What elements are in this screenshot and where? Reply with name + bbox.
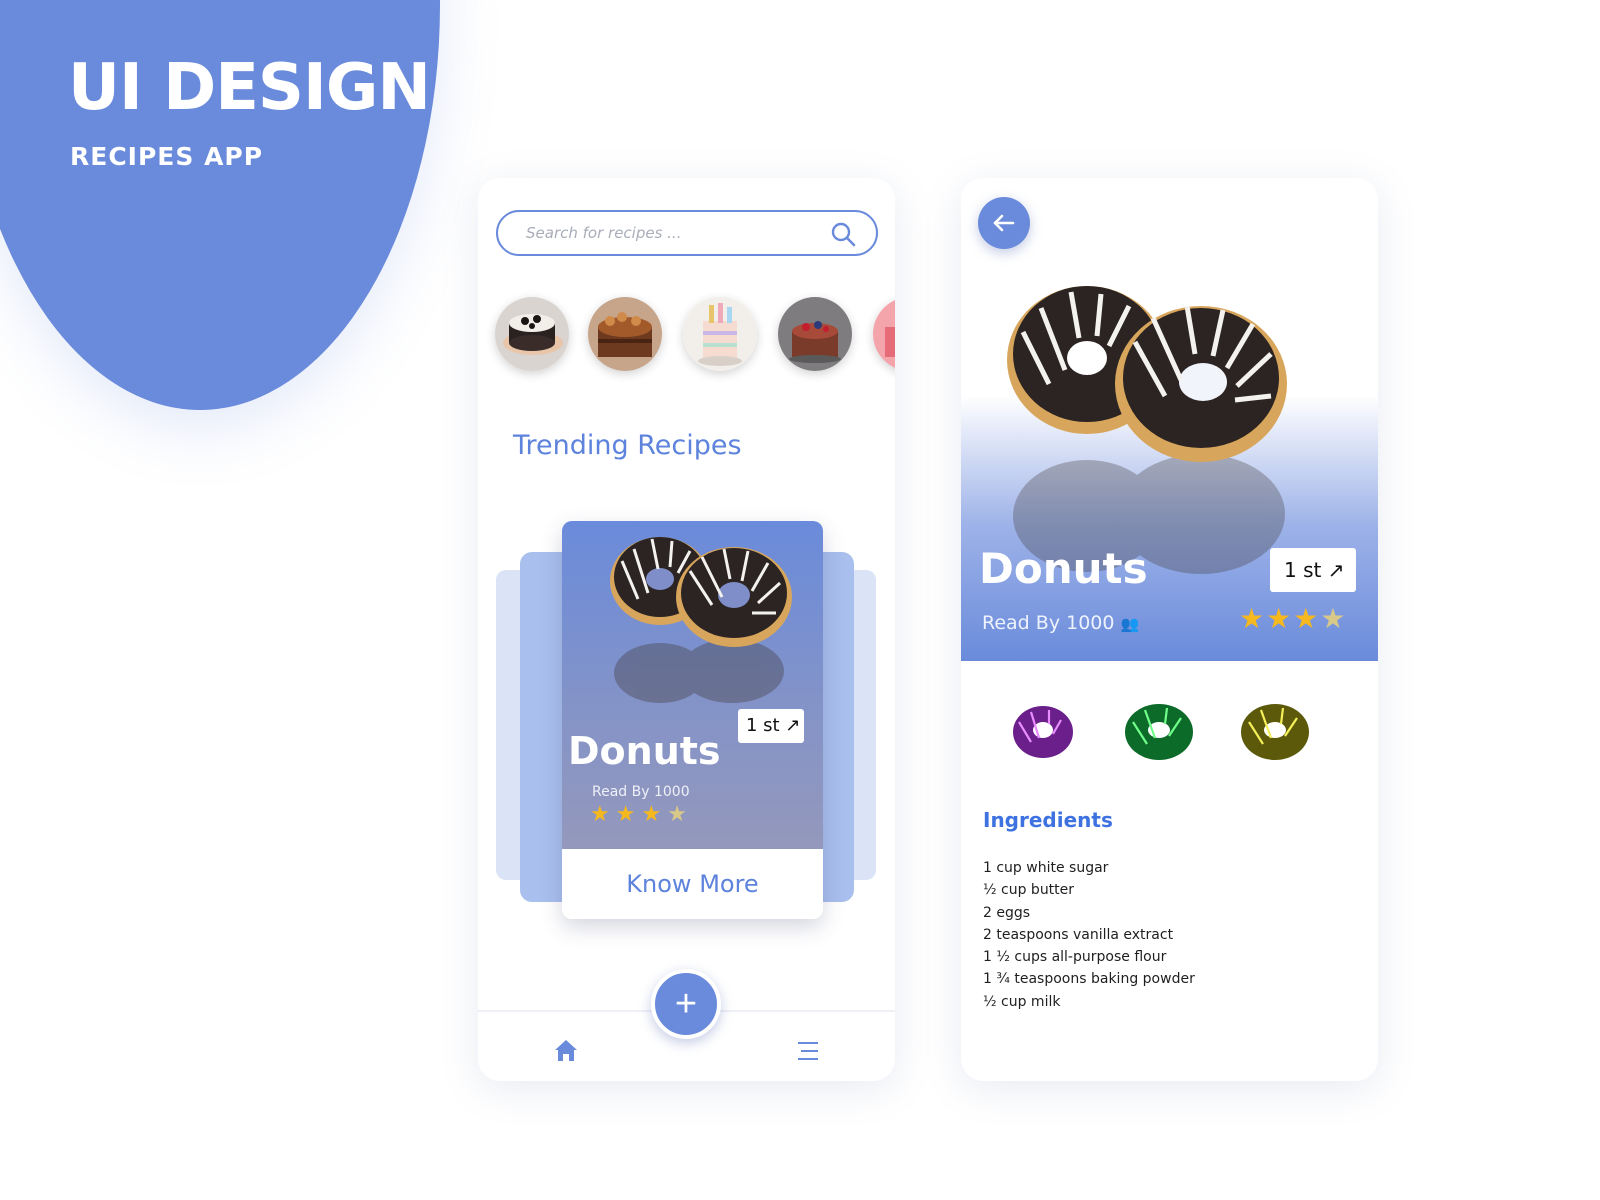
- hero-subtitle: RECIPES APP: [70, 142, 264, 171]
- detail-screen: Donuts 1 st ↗ Read By 1000 👥 ★★★★ Ingred…: [961, 178, 1378, 1081]
- recipe-card[interactable]: Donuts 1 st ↗ Read By 1000 ★★★★ Know Mor…: [562, 521, 823, 919]
- star-empty-icon: ★: [1320, 602, 1348, 635]
- category-oreo-cake[interactable]: [495, 297, 569, 371]
- back-button[interactable]: [978, 197, 1030, 249]
- ingredient-item: ½ cup butter: [983, 882, 1075, 899]
- search-bar: [496, 210, 878, 256]
- trending-arrow-icon: ↗: [785, 715, 801, 736]
- read-count-text: Read By 1000: [982, 612, 1115, 634]
- home-screen: Trending Recipes: [478, 178, 895, 1081]
- ingredient-item: ½ cup milk: [983, 993, 1061, 1010]
- know-more-button[interactable]: Know More: [562, 849, 823, 919]
- rank-text: 1 st: [1284, 558, 1322, 582]
- ingredient-item: 1 cup white sugar: [983, 860, 1109, 876]
- variant-purple-donut[interactable]: [1013, 706, 1073, 758]
- star-half-icon: ★: [667, 802, 693, 827]
- star-icon: ★: [1239, 602, 1267, 635]
- read-count: Read By 1000: [592, 784, 690, 800]
- variant-green-donut[interactable]: [1125, 704, 1193, 760]
- rating-stars: ★★★★: [1239, 602, 1347, 635]
- hero-title: UI DESIGN: [68, 51, 431, 125]
- star-icon: ★: [641, 802, 668, 827]
- recipe-card-image-area: Donuts 1 st ↗ Read By 1000 ★★★★: [562, 521, 823, 849]
- recipe-name: Donuts: [568, 729, 721, 773]
- flavor-variants: [1009, 692, 1329, 772]
- ingredients-title: Ingredients: [983, 808, 1113, 832]
- search-icon[interactable]: [830, 221, 856, 247]
- star-icon: ★: [1293, 602, 1321, 635]
- detail-hero: Donuts 1 st ↗ Read By 1000 👥 ★★★★: [961, 178, 1378, 661]
- ingredient-item: 1 ¾ teaspoons baking powder: [983, 971, 1195, 988]
- recipe-name: Donuts: [979, 544, 1148, 593]
- trending-arrow-icon: ↗: [1327, 558, 1345, 582]
- variant-yellow-donut[interactable]: [1241, 704, 1309, 760]
- category-birthday-cake[interactable]: [683, 297, 757, 371]
- read-count: Read By 1000 👥: [982, 612, 1139, 634]
- ingredient-item: 2 eggs: [983, 904, 1031, 921]
- star-icon: ★: [1266, 602, 1294, 635]
- add-recipe-button[interactable]: +: [651, 969, 721, 1039]
- category-chocolate-cake[interactable]: [588, 297, 662, 371]
- donut-image: [610, 537, 792, 703]
- users-icon: 👥: [1120, 615, 1140, 633]
- ingredient-item: 2 teaspoons vanilla extract: [983, 926, 1174, 943]
- menu-icon[interactable]: [796, 1040, 820, 1062]
- category-pink-cake[interactable]: [873, 297, 895, 371]
- home-icon[interactable]: [552, 1036, 580, 1064]
- rank-text: 1 st: [746, 715, 780, 736]
- star-icon: ★: [590, 802, 616, 827]
- section-title: Trending Recipes: [513, 430, 742, 461]
- arrow-left-icon: [993, 214, 1015, 232]
- search-input[interactable]: [526, 222, 816, 244]
- rank-badge: 1 st ↗: [738, 709, 804, 743]
- star-icon: ★: [615, 802, 642, 827]
- ingredients-list: 1 cup white sugar ½ cup butter 2 eggs 2 …: [983, 857, 1195, 1013]
- rating-stars: ★★★★: [590, 802, 693, 827]
- category-berry-cake[interactable]: [778, 297, 852, 371]
- ingredient-item: 1 ½ cups all-purpose flour: [983, 949, 1167, 966]
- category-carousel: [495, 297, 895, 373]
- rank-badge: 1 st ↗: [1270, 548, 1356, 592]
